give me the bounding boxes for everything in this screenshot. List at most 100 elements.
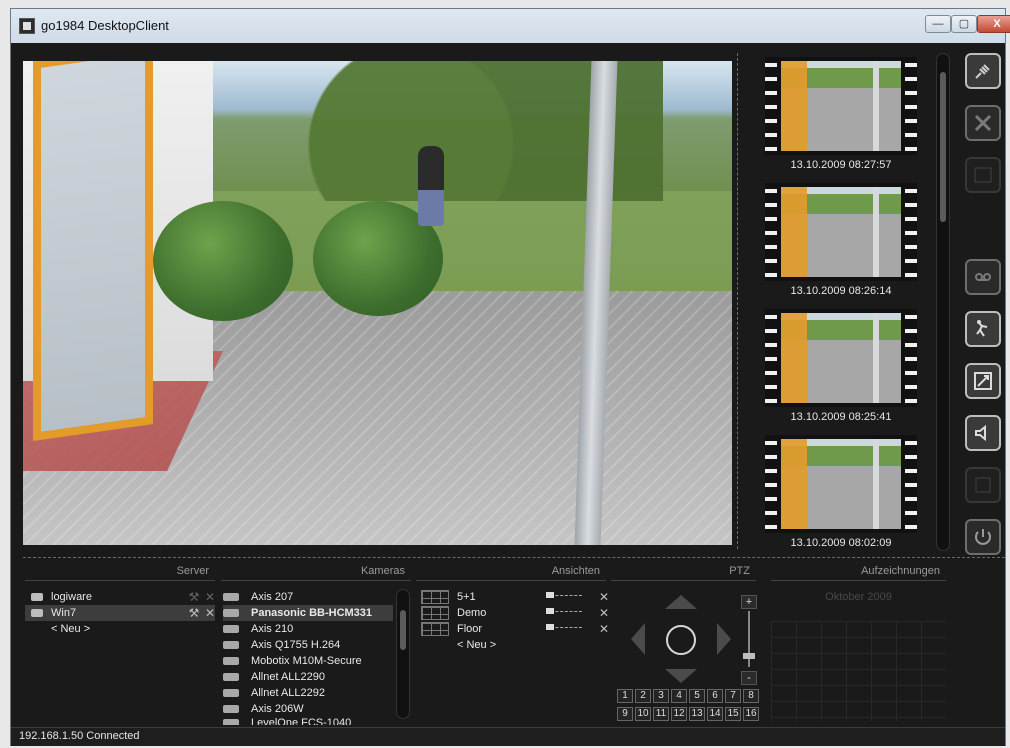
camera-label: Axis 207 <box>251 591 294 603</box>
maximize-button[interactable]: ▢ <box>951 15 977 33</box>
camera-item[interactable]: Allnet ALL2292 <box>223 685 393 701</box>
preset-button-13[interactable]: 13 <box>689 707 705 721</box>
preset-button-8[interactable]: 8 <box>743 689 759 703</box>
preset-button-10[interactable]: 10 <box>635 707 651 721</box>
camera-icon <box>223 609 239 617</box>
view-item[interactable]: 5+1 ✕ <box>421 589 611 605</box>
ptz-right-arrow[interactable] <box>717 623 731 655</box>
motion-detection-button[interactable] <box>965 311 1001 347</box>
server-add-new[interactable]: < Neu > <box>51 621 211 637</box>
minimize-button[interactable]: — <box>925 15 951 33</box>
wrench-icon[interactable]: ⚒ <box>187 589 201 605</box>
power-button[interactable] <box>965 519 1001 555</box>
camera-label: Panasonic BB-HCM331 <box>251 607 373 619</box>
server-label: logiware <box>51 591 92 603</box>
preset-button-6[interactable]: 6 <box>707 689 723 703</box>
thumbnail-item[interactable]: 13.10.2009 08:02:09 <box>761 431 921 555</box>
zoom-in-button[interactable]: + <box>741 595 757 609</box>
server-label: Win7 <box>51 607 77 619</box>
scrollbar-thumb[interactable] <box>940 72 946 222</box>
plug-button[interactable] <box>965 53 1001 89</box>
preset-button-11[interactable]: 11 <box>653 707 669 721</box>
close-button[interactable]: X <box>977 15 1010 33</box>
preset-button-3[interactable]: 3 <box>653 689 669 703</box>
audio-button[interactable] <box>965 415 1001 451</box>
camera-list-scrollbar[interactable] <box>396 589 410 719</box>
view-add-new[interactable]: < Neu > <box>457 637 577 653</box>
view-item[interactable]: Demo ✕ <box>421 605 611 621</box>
camera-item[interactable]: Axis 210 <box>223 621 393 637</box>
grid-button[interactable] <box>965 157 1001 193</box>
preset-button-12[interactable]: 12 <box>671 707 687 721</box>
delete-icon[interactable]: ✕ <box>597 589 611 605</box>
ptz-presets: 1 2 3 4 5 6 7 8 9 10 11 12 13 14 15 16 <box>617 689 767 723</box>
delete-icon[interactable]: ✕ <box>597 605 611 621</box>
camera-item-selected[interactable]: Panasonic BB-HCM331 <box>223 605 393 621</box>
tools-button[interactable] <box>965 105 1001 141</box>
ptz-up-arrow[interactable] <box>665 595 697 609</box>
preset-button-16[interactable]: 16 <box>743 707 759 721</box>
grid-icon <box>974 167 992 183</box>
thumbnail-item[interactable]: 13.10.2009 08:27:57 <box>761 53 921 177</box>
delete-icon[interactable]: ✕ <box>203 589 217 605</box>
fullscreen-button[interactable] <box>965 363 1001 399</box>
server-icon <box>31 593 43 601</box>
view-label: Floor <box>457 623 483 635</box>
title-bar: go1984 DesktopClient — ▢ X <box>11 9 1010 43</box>
preset-button-14[interactable]: 14 <box>707 707 723 721</box>
preset-button-7[interactable]: 7 <box>725 689 741 703</box>
thumbnail-timestamp: 13.10.2009 08:27:57 <box>790 159 892 171</box>
thumbnail-item[interactable]: 13.10.2009 08:26:14 <box>761 179 921 303</box>
camera-item[interactable]: Mobotix M10M-Secure <box>223 653 393 669</box>
server-item[interactable]: logiware ⚒ ✕ <box>25 589 215 605</box>
grid-layout-icon <box>421 590 449 604</box>
view-label: Demo <box>457 607 487 619</box>
zoom-out-button[interactable]: - <box>741 671 757 685</box>
ptz-directional-pad <box>631 595 731 683</box>
ptz-zoom-slider[interactable]: + - <box>741 595 757 685</box>
view-item[interactable]: Floor ✕ <box>421 621 611 637</box>
record-button[interactable] <box>965 259 1001 295</box>
camera-item[interactable]: Allnet ALL2290 <box>223 669 393 685</box>
live-video-view[interactable] <box>23 61 732 545</box>
recordings-month: Oktober 2009 <box>825 591 892 603</box>
thumbnail-image <box>781 61 901 151</box>
ptz-left-arrow[interactable] <box>631 623 645 655</box>
vertical-divider <box>737 53 738 549</box>
tools-icon <box>974 114 992 132</box>
thumbnail-image <box>781 439 901 529</box>
thumbnail-scrollbar[interactable] <box>936 53 950 551</box>
preset-button-9[interactable]: 9 <box>617 707 633 721</box>
camera-item[interactable]: Axis Q1755 H.264 <box>223 637 393 653</box>
ptz-center-button[interactable] <box>666 625 696 655</box>
view-slider[interactable] <box>546 624 582 632</box>
thumbnail-image <box>781 187 901 277</box>
delete-icon[interactable]: ✕ <box>597 621 611 637</box>
zoom-handle[interactable] <box>743 653 755 659</box>
connection-status: 192.168.1.50 Connected <box>19 730 140 742</box>
event-thumbnails: 13.10.2009 08:27:57 13.10.2009 08:26:14 … <box>761 53 921 553</box>
layout-button[interactable] <box>965 467 1001 503</box>
video-bush <box>153 201 293 321</box>
camera-icon <box>223 673 239 681</box>
preset-button-4[interactable]: 4 <box>671 689 687 703</box>
camera-item[interactable]: Axis 207 <box>223 589 393 605</box>
thumbnail-item[interactable]: 13.10.2009 08:25:41 <box>761 305 921 429</box>
preset-button-2[interactable]: 2 <box>635 689 651 703</box>
ptz-down-arrow[interactable] <box>665 669 697 683</box>
window-title: go1984 DesktopClient <box>41 18 169 33</box>
camera-icon <box>223 625 239 633</box>
server-item-selected[interactable]: Win7 ⚒ ✕ <box>25 605 215 621</box>
camera-label: Axis Q1755 H.264 <box>251 639 341 651</box>
preset-button-15[interactable]: 15 <box>725 707 741 721</box>
preset-button-1[interactable]: 1 <box>617 689 633 703</box>
view-slider[interactable] <box>546 608 582 616</box>
camera-item[interactable]: LevelOne FCS-1040 <box>223 715 393 725</box>
delete-icon[interactable]: ✕ <box>203 605 217 621</box>
video-glass-entrance <box>33 61 153 441</box>
scrollbar-thumb[interactable] <box>400 610 406 650</box>
wrench-icon[interactable]: ⚒ <box>187 605 201 621</box>
preset-button-5[interactable]: 5 <box>689 689 705 703</box>
horizontal-divider <box>23 557 1005 558</box>
view-slider[interactable] <box>546 592 582 600</box>
